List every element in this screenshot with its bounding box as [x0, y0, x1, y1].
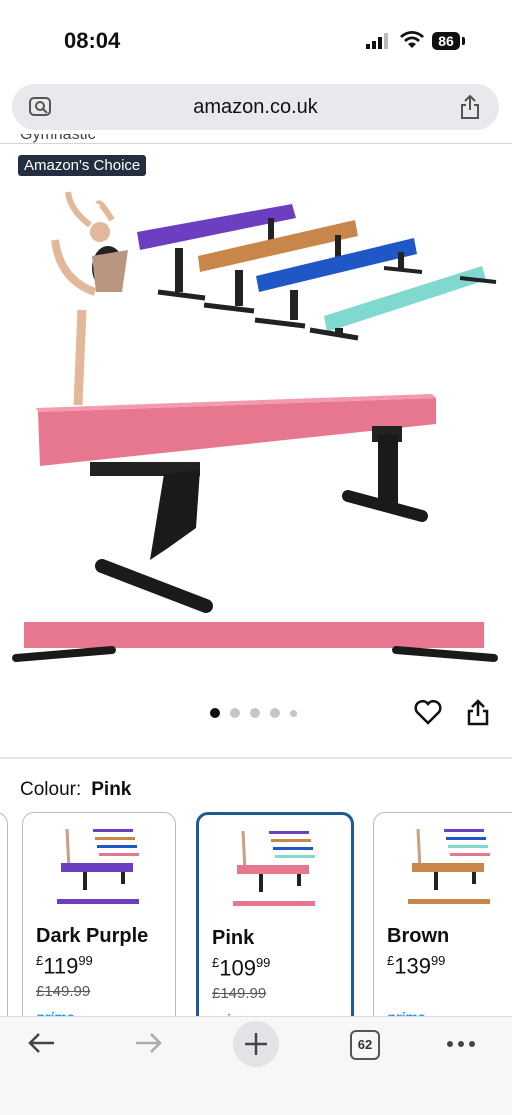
colour-price: £10999: [212, 955, 271, 981]
share-product-icon[interactable]: [466, 698, 490, 726]
share-icon[interactable]: [459, 94, 481, 120]
brown-thumbnail: [408, 828, 490, 904]
selected-colour: Pink: [91, 779, 132, 800]
tab-switcher-button[interactable]: 62: [350, 1030, 380, 1060]
pink-thumbnail: [233, 830, 315, 906]
list-price: £149.99: [36, 983, 91, 1000]
colour-option-pink[interactable]: Pink £10999 £149.99 prime: [196, 812, 354, 1020]
browser-toolbar: 62: [0, 1016, 512, 1115]
status-bar: 08:04 86: [0, 0, 512, 80]
battery-icon: 86: [432, 32, 460, 50]
colour-name: Brown: [387, 925, 450, 947]
colour-swatch-row[interactable]: Dark Purple £11999 £149.99 prime Pink £1…: [0, 810, 512, 1020]
product-image[interactable]: [0, 180, 512, 680]
amazons-choice-badge: Amazon's Choice: [18, 155, 147, 176]
colour-price: £13999: [387, 953, 446, 979]
back-arrow-icon[interactable]: [26, 1031, 56, 1055]
colour-price: £11999: [36, 953, 93, 979]
colour-label: Colour:: [20, 779, 82, 800]
more-options-icon[interactable]: [446, 1040, 476, 1048]
colour-name: Dark Purple: [36, 925, 149, 947]
colour-option-card[interactable]: [0, 812, 8, 1020]
cellular-signal-icon: [366, 33, 388, 49]
carousel-dot[interactable]: [210, 708, 220, 718]
section-divider: [0, 757, 512, 759]
pink-beam-image: [36, 394, 436, 613]
colour-name: Pink: [212, 927, 255, 949]
battery-tip: [462, 37, 465, 45]
clock: 08:04: [64, 28, 121, 53]
carousel-dot[interactable]: [290, 709, 297, 717]
list-price: £149.99: [212, 985, 267, 1002]
colour-selector-label: Colour: Pink: [20, 779, 131, 801]
carousel-dot[interactable]: [230, 708, 240, 718]
gymnast-image: [51, 191, 128, 406]
forward-arrow-icon[interactable]: [134, 1031, 164, 1055]
colour-option-brown[interactable]: Brown £13999 prime: [373, 812, 512, 1020]
pink-floor-beam-image: [12, 622, 498, 662]
colour-option-dark-purple[interactable]: Dark Purple £11999 £149.99 prime: [22, 812, 176, 1020]
wishlist-heart-icon[interactable]: [414, 699, 442, 725]
carousel-dot[interactable]: [250, 708, 260, 718]
address-bar[interactable]: amazon.co.uk: [12, 84, 499, 130]
new-tab-button[interactable]: [233, 1021, 279, 1067]
teal-beam-image: [309, 266, 497, 341]
url-text[interactable]: amazon.co.uk: [12, 96, 499, 119]
dark-purple-thumbnail: [57, 828, 139, 904]
image-carousel-dots[interactable]: [210, 708, 297, 718]
carousel-dot[interactable]: [270, 708, 280, 718]
wifi-icon: [400, 31, 424, 48]
plus-icon: [245, 1033, 267, 1055]
